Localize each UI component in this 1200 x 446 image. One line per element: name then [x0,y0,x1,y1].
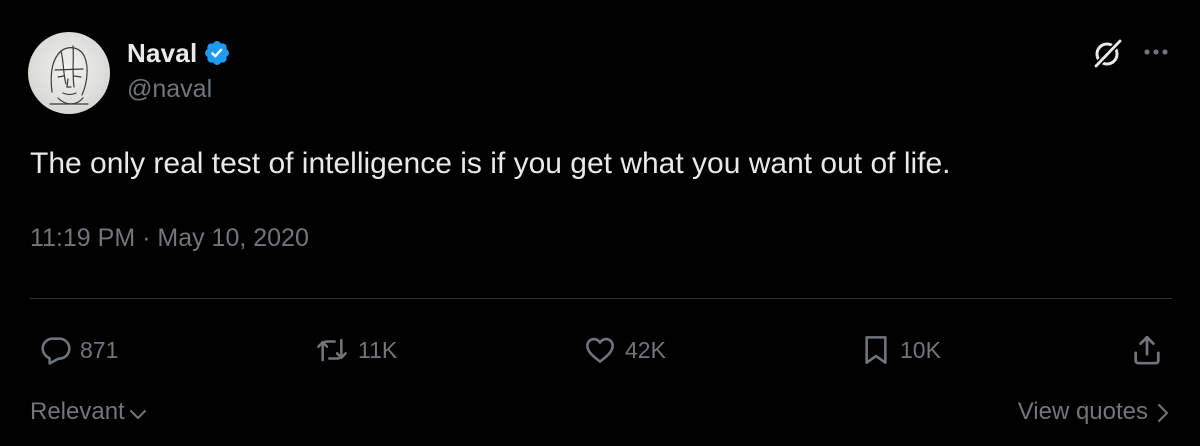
more-icon[interactable] [1141,40,1171,64]
tweet-timestamp[interactable]: 11:19 PM · May 10, 2020 [30,224,309,253]
heart-icon [586,337,614,363]
bookmark-button[interactable]: 10K [860,332,941,368]
reply-icon [41,337,71,365]
grok-icon[interactable] [1090,37,1124,71]
share-button[interactable] [1130,332,1164,368]
bookmark-icon [865,336,887,364]
retweet-button[interactable]: 11K [314,332,397,368]
author-name-row: Naval [127,35,231,71]
view-quotes-link[interactable]: View quotes [1018,398,1170,426]
sort-label: Relevant [30,398,125,425]
author-handle[interactable]: @naval [127,75,212,104]
retweet-icon [317,338,347,362]
chevron-right-icon [1158,404,1168,422]
bookmark-count: 10K [900,336,941,363]
tweet-card: Naval @naval The only real test of intel… [0,0,1200,446]
tweet-text: The only real test of intelligence is if… [30,147,951,180]
avatar[interactable] [28,32,110,114]
share-icon [1134,335,1160,365]
divider [30,298,1172,299]
reply-button[interactable]: 871 [40,332,118,368]
chevron-down-icon [129,409,146,419]
retweet-count: 11K [358,336,398,363]
like-button[interactable]: 42K [583,332,666,368]
reply-count: 871 [80,336,119,363]
avatar-sketch-image [49,45,89,105]
view-quotes-label: View quotes [1017,398,1148,425]
author-display-name[interactable]: Naval [127,38,197,69]
verified-badge-icon[interactable] [203,39,231,67]
sort-replies-dropdown[interactable]: Relevant [30,398,148,426]
like-count: 42K [625,336,666,363]
